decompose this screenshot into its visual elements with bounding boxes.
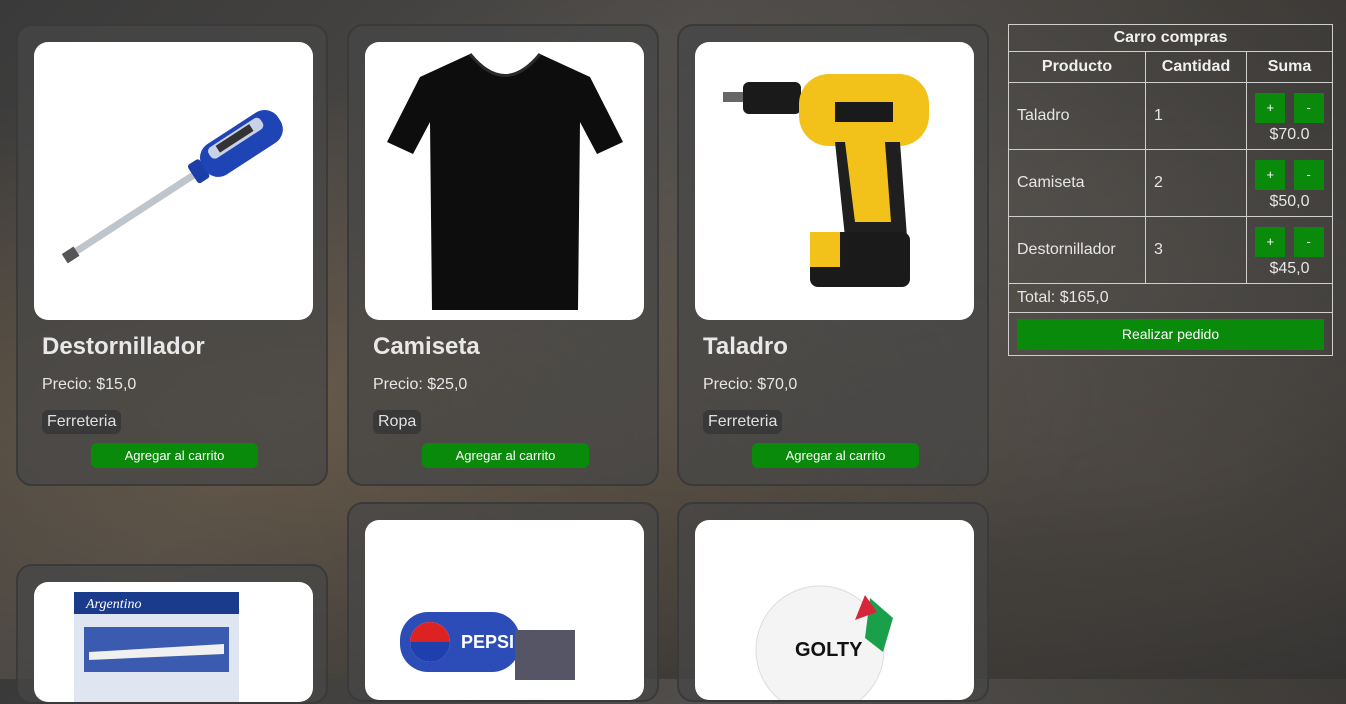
cart-row: Camiseta 2 + - $50,0: [1008, 149, 1333, 217]
cart-item-name: Camiseta: [1008, 149, 1146, 217]
screwdriver-image: [34, 42, 313, 320]
cart-item-sum: $45,0: [1269, 259, 1310, 277]
category-badge: Ferreteria: [42, 410, 122, 434]
product-card: Camiseta Precio: $25,0 Ropa Agregar al c…: [347, 24, 659, 486]
cart-header-product: Producto: [1008, 51, 1146, 83]
product-card: GOLTY: [677, 502, 989, 702]
soccer-ball-image: GOLTY: [695, 520, 974, 700]
decrease-button[interactable]: -: [1293, 159, 1324, 190]
pepsi-truck-image: PEPSI: [365, 520, 644, 700]
add-to-cart-button[interactable]: Agregar al carrito: [422, 443, 589, 468]
box-text: Argentino: [85, 597, 141, 612]
product-card: PEPSI: [347, 502, 659, 702]
decrease-button[interactable]: -: [1293, 92, 1324, 123]
cart-total: Total: $165,0: [1008, 283, 1333, 313]
shopping-cart-table: Carro compras Producto Cantidad Suma Tal…: [1008, 24, 1333, 356]
cart-item-name: Taladro: [1008, 82, 1146, 150]
drill-image: [695, 42, 974, 320]
increase-button[interactable]: +: [1255, 226, 1286, 257]
cart-item-quantity: 2: [1145, 149, 1247, 217]
product-name: Destornillador: [42, 333, 205, 360]
add-to-cart-button[interactable]: Agregar al carrito: [91, 443, 258, 468]
decrease-button[interactable]: -: [1293, 226, 1324, 257]
cart-row: Taladro 1 + - $70.0: [1008, 82, 1333, 150]
tshirt-image: [365, 42, 644, 320]
cart-item-sum: $50,0: [1269, 192, 1310, 210]
place-order-button[interactable]: Realizar pedido: [1017, 318, 1324, 350]
cart-title: Carro compras: [1008, 24, 1333, 52]
cart-item-quantity: 3: [1145, 216, 1247, 284]
cart-header-quantity: Cantidad: [1145, 51, 1247, 83]
add-to-cart-button[interactable]: Agregar al carrito: [752, 443, 919, 468]
category-badge: Ferreteria: [703, 410, 783, 434]
product-card: Argentino: [16, 564, 328, 704]
product-card: Destornillador Precio: $15,0 Ferreteria …: [16, 24, 328, 486]
product-price: Precio: $15,0: [42, 376, 137, 393]
product-name: Taladro: [703, 333, 788, 360]
increase-button[interactable]: +: [1255, 159, 1286, 190]
category-badge: Ropa: [373, 410, 422, 434]
product-price: Precio: $25,0: [373, 376, 468, 393]
cart-item-quantity: 1: [1145, 82, 1247, 150]
toy-airplane-box-image: Argentino: [34, 582, 313, 702]
product-name: Camiseta: [373, 333, 480, 360]
increase-button[interactable]: +: [1255, 92, 1286, 123]
box-text: GOLTY: [795, 639, 863, 661]
cart-row: Destornillador 3 + - $45,0: [1008, 216, 1333, 284]
cart-item-sum: $70.0: [1269, 125, 1310, 143]
product-card: Taladro Precio: $70,0 Ferreteria Agregar…: [677, 24, 989, 486]
cart-header-sum: Suma: [1246, 51, 1333, 83]
cart-item-name: Destornillador: [1008, 216, 1146, 284]
product-price: Precio: $70,0: [703, 376, 798, 393]
box-text: PEPSI: [461, 632, 514, 652]
